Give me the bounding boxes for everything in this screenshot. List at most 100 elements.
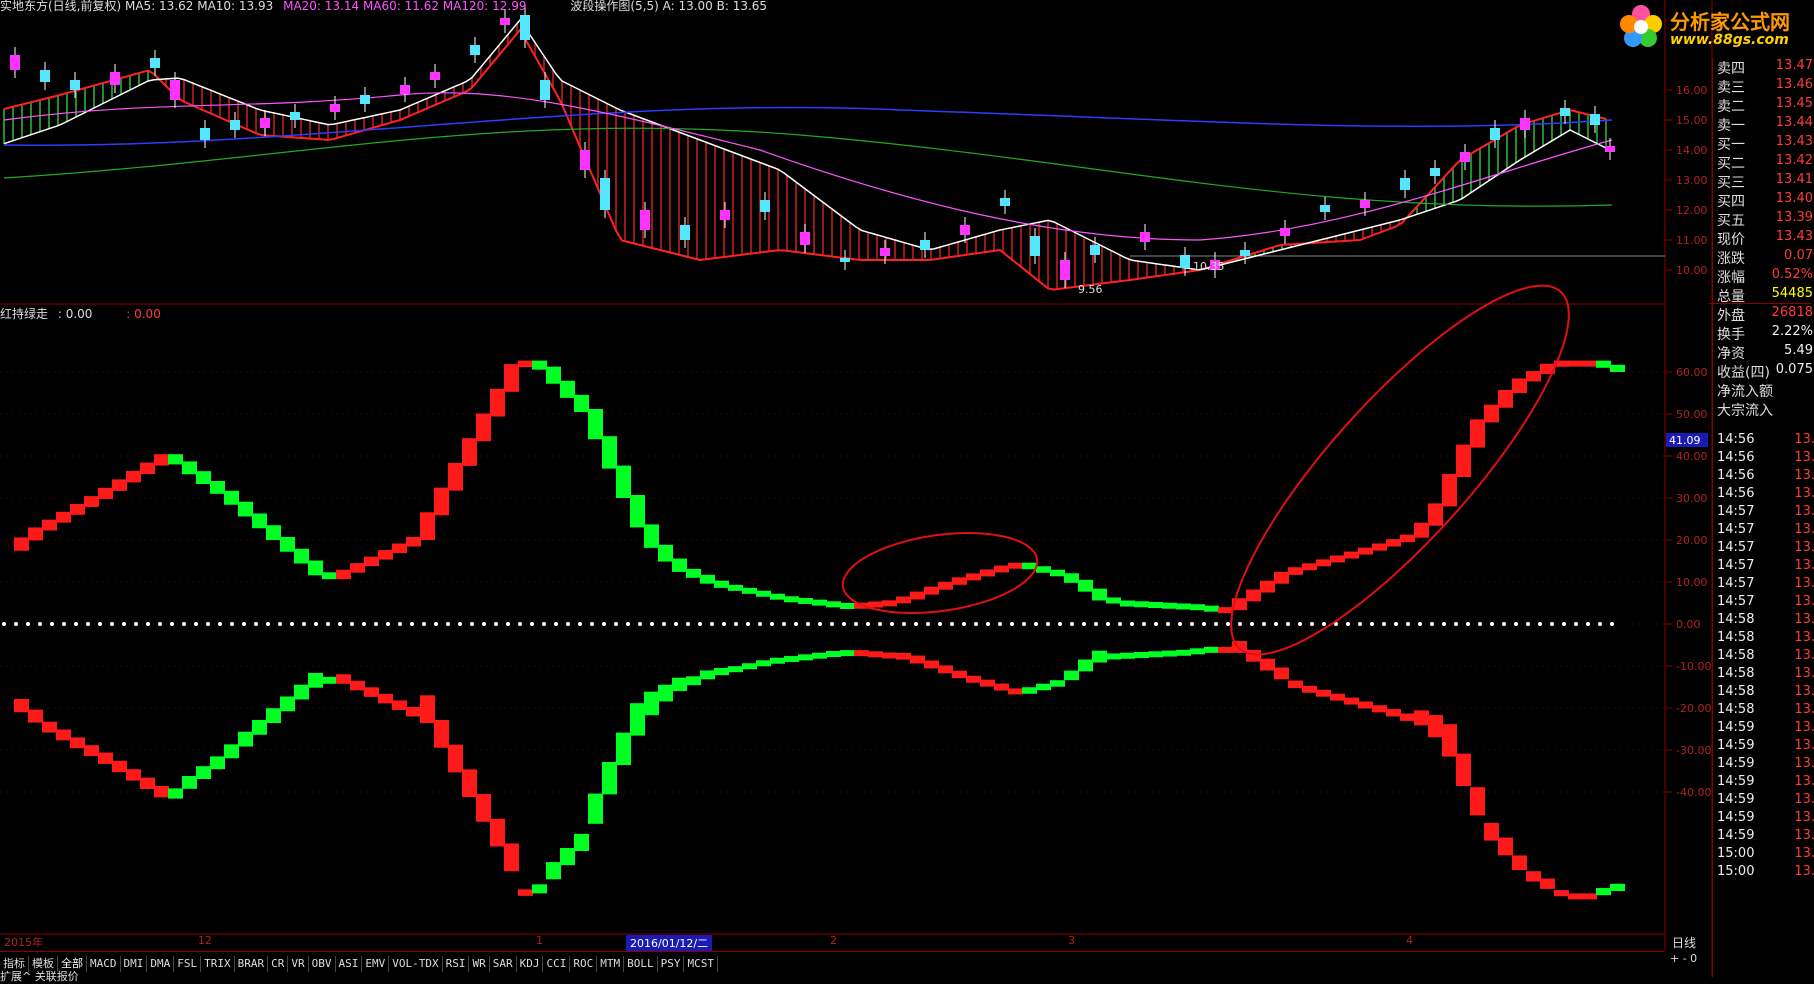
zero-dot — [530, 622, 534, 626]
indicator-step-lower — [266, 708, 281, 723]
tab-brar[interactable]: BRAR — [235, 956, 269, 972]
quote-panel: 卖四 13.47 卖三 13.46 卖二 13.45 卖一 13.44 买一 13.43 买二 13.… — [1709, 58, 1814, 977]
indicator-step-lower — [616, 732, 631, 765]
zero-dot — [1358, 622, 1362, 626]
date-selected[interactable]: 2016/01/12/二 — [626, 935, 713, 951]
zero-dot — [374, 622, 378, 626]
candle-body — [1400, 178, 1410, 190]
quote-value: 13.44 — [1775, 115, 1813, 130]
expand-row[interactable]: 扩展^ 关联报价 — [0, 968, 79, 984]
tab-cci[interactable]: CCI — [543, 956, 571, 972]
tick-time: 14:58 — [1717, 648, 1755, 663]
indicator-step-upper — [770, 593, 785, 600]
legend-ma-long: MA20: 13.14 MA60: 11.62 MA120: 12.99 — [283, 0, 527, 13]
tab-obv[interactable]: OBV — [309, 956, 336, 972]
tab-cr[interactable]: CR — [268, 956, 289, 972]
tab-roc[interactable]: ROC — [570, 956, 598, 972]
tab-mcst[interactable]: MCST — [684, 956, 718, 972]
indicator-value-1: : 0.00 — [57, 307, 93, 321]
indicator-step-lower — [476, 794, 491, 822]
indicator-step-lower — [28, 709, 43, 723]
zero-dot — [1502, 622, 1506, 626]
indicator-step-lower — [1344, 697, 1359, 705]
tick-price: 13. — [1794, 504, 1814, 519]
period-label[interactable]: 日线 — [1672, 934, 1696, 951]
indicator-step-upper — [896, 596, 911, 604]
tab-emv[interactable]: EMV — [362, 956, 390, 972]
indicator-step-upper — [1120, 600, 1135, 607]
tick-time: 14:59 — [1717, 774, 1755, 789]
zero-dot — [122, 622, 126, 626]
indicator-step-lower — [322, 676, 337, 684]
candle-body — [800, 232, 810, 245]
quote-value: 13.39 — [1775, 210, 1813, 225]
tab-boll[interactable]: BOLL — [624, 956, 658, 972]
tab-macd[interactable]: MACD — [87, 956, 121, 972]
tab-sar[interactable]: SAR — [490, 956, 517, 972]
zero-dot — [1034, 622, 1038, 626]
tab-dma[interactable]: DMA — [147, 956, 175, 972]
ind-axis-label: 50.00 — [1676, 408, 1708, 421]
tick-price: 13. — [1794, 720, 1814, 735]
tick-time: 14:59 — [1717, 810, 1755, 825]
tab-vol-tdx[interactable]: VOL-TDX — [389, 956, 443, 972]
indicator-step-lower — [1386, 709, 1401, 717]
quote-value: 2.22% — [1771, 324, 1813, 339]
tab-asi[interactable]: ASI — [336, 956, 363, 972]
tab-dmi[interactable]: DMI — [121, 956, 148, 972]
chart-area[interactable]: 16.0015.0014.0013.0012.0011.0010.0060.00… — [0, 0, 1814, 977]
ind-axis-label: 60.00 — [1676, 366, 1708, 379]
tab-vr[interactable]: VR — [288, 956, 309, 972]
indicator-step-upper — [1456, 444, 1471, 477]
zero-dot — [1490, 622, 1494, 626]
ind-axis-label: 40.00 — [1676, 450, 1708, 463]
indicator-step-upper — [840, 603, 855, 609]
indicator-step-upper — [112, 479, 127, 491]
tab-rsi[interactable]: RSI — [443, 956, 470, 972]
zero-dot — [266, 622, 270, 626]
tab-fsl[interactable]: FSL — [174, 956, 202, 972]
indicator-step-lower — [1078, 659, 1093, 672]
tab-kdj[interactable]: KDJ — [517, 956, 544, 972]
indicator-step-upper — [322, 572, 337, 580]
zero-dot — [1118, 622, 1122, 626]
zero-dot — [74, 622, 78, 626]
zero-dot — [1202, 622, 1206, 626]
zero-dot — [662, 622, 666, 626]
highlight-ellipse-1 — [841, 531, 1039, 615]
zero-dot — [818, 622, 822, 626]
tab-wr[interactable]: WR — [469, 956, 490, 972]
candle-body — [520, 15, 530, 40]
zoom-controls[interactable]: + - 0 — [1670, 952, 1697, 965]
candle-body — [1560, 108, 1570, 116]
zero-dot — [158, 622, 162, 626]
legend-ma-short: 实地东方(日线,前复权) MA5: 13.62 MA10: 13.93 — [0, 0, 274, 13]
indicator-step-upper — [406, 537, 421, 547]
price-axis-label: 13.00 — [1676, 174, 1708, 187]
indicator-step-upper — [1078, 579, 1093, 592]
zero-dot — [38, 622, 42, 626]
zero-dot — [1214, 622, 1218, 626]
indicator-step-upper — [1008, 562, 1023, 569]
tick-price: 13. — [1794, 612, 1814, 627]
tab-mtm[interactable]: MTM — [597, 956, 625, 972]
candle-body — [1060, 260, 1070, 280]
indicator-step-upper — [546, 366, 561, 384]
indicator-step-lower — [574, 833, 589, 852]
tab-trix[interactable]: TRIX — [201, 956, 235, 972]
zero-dot — [1238, 622, 1242, 626]
date-month-3: 3 — [1068, 934, 1075, 947]
tick-price: 13. — [1794, 540, 1814, 555]
zero-dot — [926, 622, 930, 626]
quote-label: 买一 — [1717, 137, 1745, 153]
indicator-step-lower — [1582, 893, 1597, 900]
indicator-step-lower — [350, 680, 365, 691]
tab-psy[interactable]: PSY — [658, 956, 685, 972]
quote-row: 总量 54485 — [1717, 286, 1814, 305]
indicator-step-lower — [854, 650, 869, 657]
indicator-step-lower — [770, 657, 785, 664]
quote-label: 卖一 — [1717, 118, 1745, 134]
candle-body — [10, 55, 20, 70]
indicator-step-lower — [980, 679, 995, 687]
zero-dot — [1550, 622, 1554, 626]
